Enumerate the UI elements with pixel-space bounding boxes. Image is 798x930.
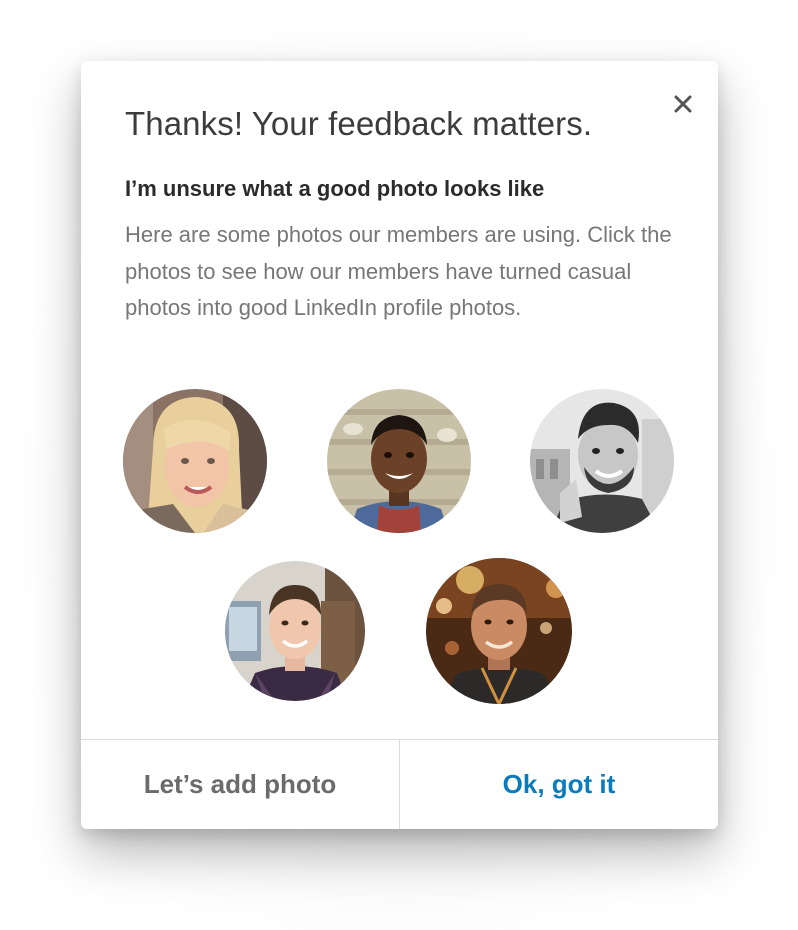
feedback-dialog: Thanks! Your feedback matters. I’m unsur…	[81, 61, 718, 829]
member-photo-2[interactable]	[327, 389, 471, 533]
member-photo-5[interactable]	[426, 558, 572, 704]
member-photo-1-image	[123, 389, 267, 533]
dialog-description: Here are some photos our members are usi…	[125, 222, 672, 320]
page-backdrop: Thanks! Your feedback matters. I’m unsur…	[0, 0, 798, 930]
member-photo-4-image	[225, 561, 365, 701]
member-photo-3[interactable]	[530, 389, 674, 533]
member-photo-4[interactable]	[225, 561, 365, 701]
dialog-footer: Let’s add photo Ok, got it	[81, 739, 718, 829]
dialog-subtitle: I’m unsure what a good photo looks like	[125, 176, 545, 201]
dialog-title: Thanks! Your feedback matters.	[125, 105, 593, 142]
close-button[interactable]	[668, 89, 698, 119]
member-photo-2-image	[327, 389, 471, 533]
member-photo-1[interactable]	[123, 389, 267, 533]
member-photo-5-image	[426, 558, 572, 704]
member-photo-3-image	[530, 389, 674, 533]
close-icon	[674, 95, 692, 113]
add-photo-button[interactable]: Let’s add photo	[81, 740, 400, 829]
ok-got-it-button[interactable]: Ok, got it	[400, 740, 718, 829]
